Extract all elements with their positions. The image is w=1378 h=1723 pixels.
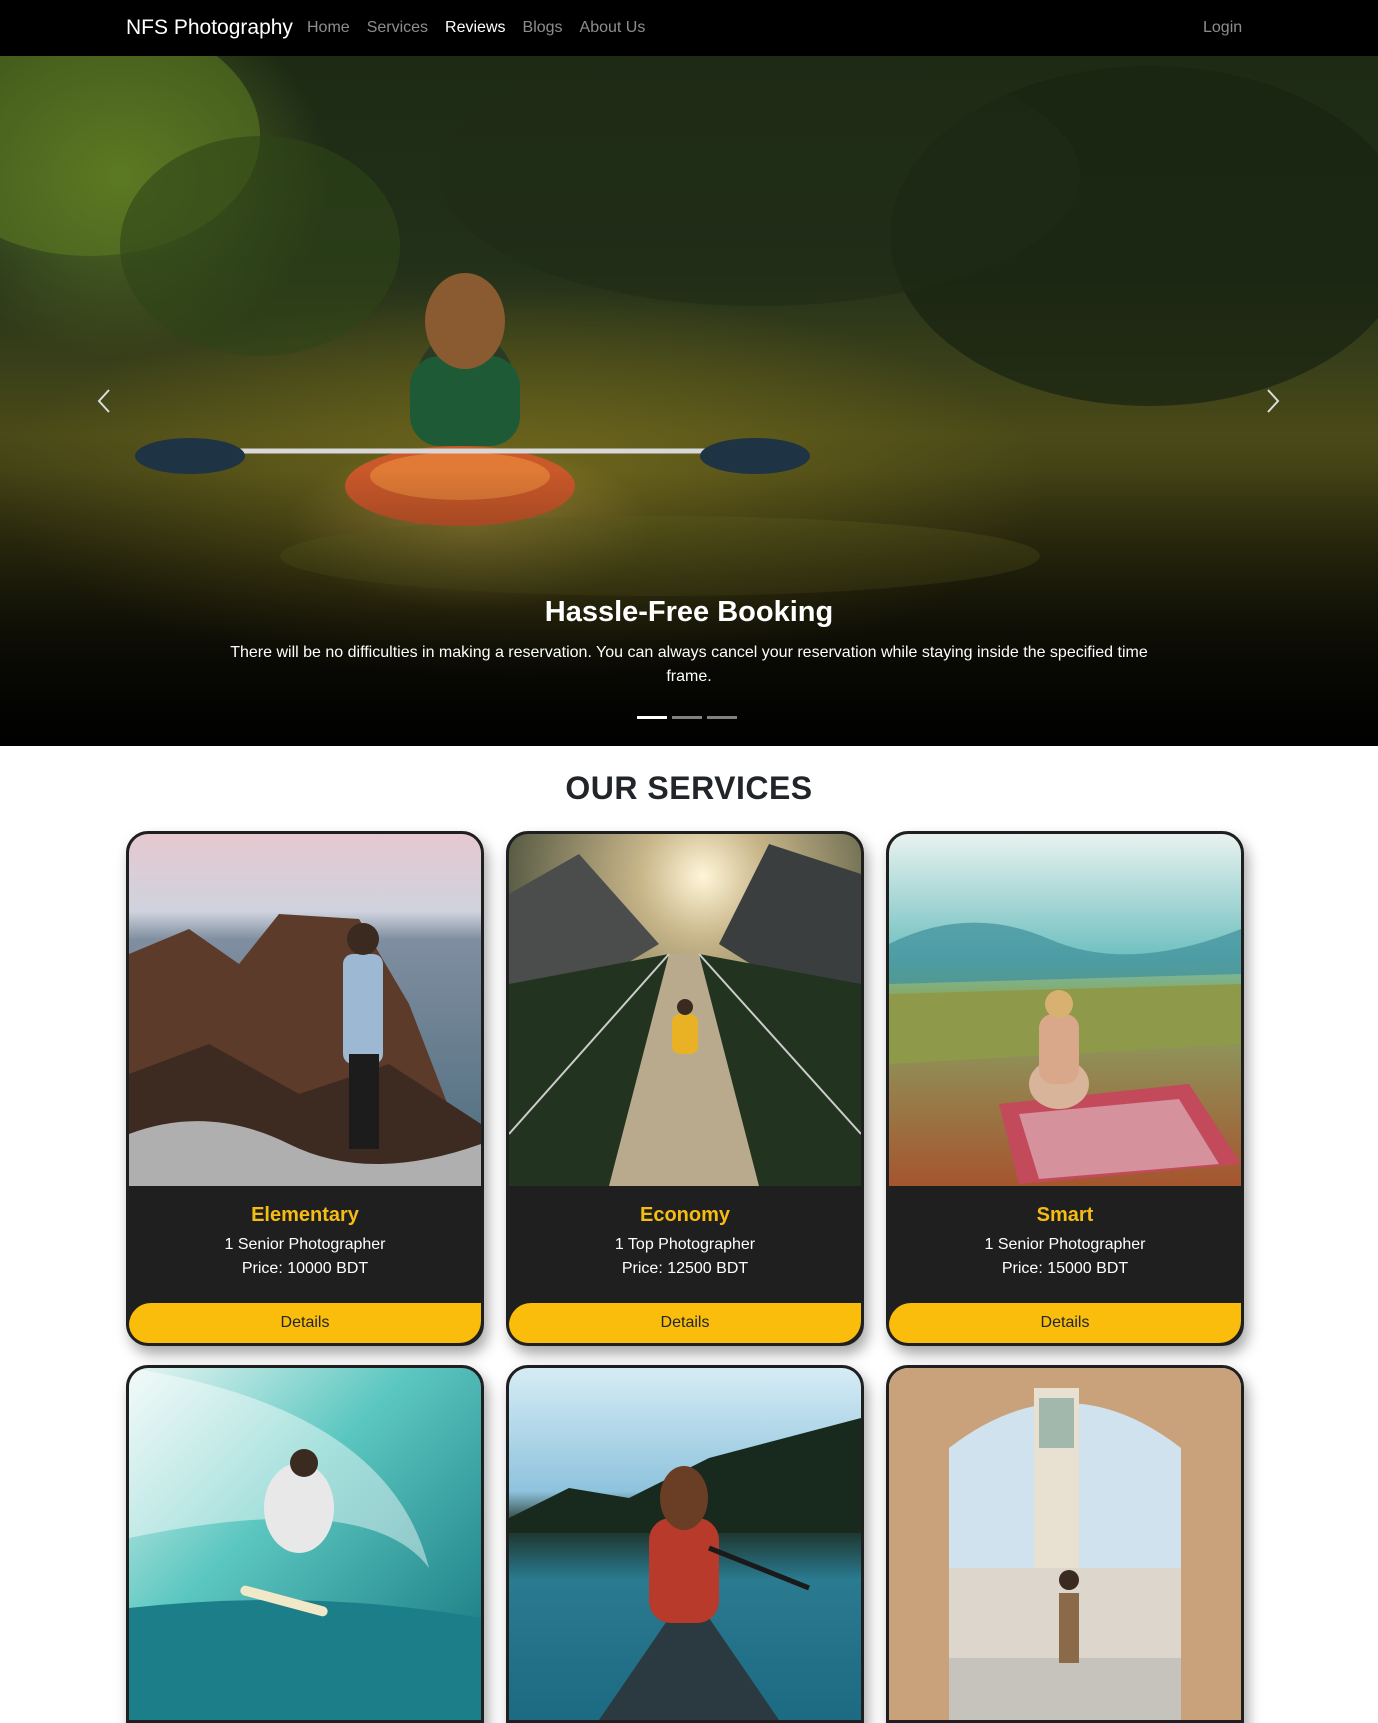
login-link[interactable]: Login [1203, 19, 1242, 37]
details-button[interactable]: Details [889, 1303, 1241, 1343]
nav-link-about-us[interactable]: About Us [580, 19, 646, 37]
card-photographer: 1 Senior Photographer [984, 1236, 1146, 1253]
chevron-left-icon [97, 389, 110, 413]
nav-links: Home Services Reviews Blogs About Us [307, 19, 645, 37]
carousel-next-button[interactable] [1244, 356, 1304, 446]
hero-title: Hassle-Free Booking [544, 596, 834, 628]
navbar: NFS Photography Home Services Reviews Bl… [0, 0, 1378, 56]
nav-link-services[interactable]: Services [367, 19, 428, 37]
service-image [129, 1368, 481, 1720]
card-title: Elementary [251, 1204, 359, 1226]
card-price: Price: 12500 BDT [621, 1260, 749, 1277]
services-heading: OUR SERVICES [565, 770, 813, 806]
service-card-smart: Smart 1 Senior Photographer Price: 15000… [886, 831, 1244, 1346]
details-button[interactable]: Details [509, 1303, 861, 1343]
service-card-economy: Economy 1 Top Photographer Price: 12500 … [506, 831, 864, 1346]
hero-text: There will be no difficulties in making … [230, 644, 1148, 685]
chevron-right-icon [1267, 389, 1280, 413]
service-card-canoe [506, 1365, 864, 1723]
hero-caption: Hassle-Free Booking There will be no dif… [0, 596, 1378, 689]
carousel-indicator-3[interactable] [707, 716, 737, 719]
card-price: Price: 15000 BDT [1001, 1260, 1129, 1277]
service-card-surf [126, 1365, 484, 1723]
carousel-prev-button[interactable] [73, 356, 133, 446]
service-image [509, 834, 861, 1186]
service-image [129, 834, 481, 1186]
service-image [509, 1368, 861, 1720]
nav-link-home[interactable]: Home [307, 19, 350, 37]
details-button[interactable]: Details [129, 1303, 481, 1343]
card-title: Economy [639, 1204, 731, 1226]
service-image [889, 1368, 1241, 1720]
service-image [889, 834, 1241, 1186]
service-card-elementary: Elementary 1 Senior Photographer Price: … [126, 831, 484, 1346]
card-body: Elementary 1 Senior Photographer Price: … [129, 1186, 481, 1343]
hero-carousel: Hassle-Free Booking There will be no dif… [0, 56, 1378, 746]
carousel-indicators [637, 716, 737, 719]
nav-link-blogs[interactable]: Blogs [523, 19, 563, 37]
card-body: Smart 1 Senior Photographer Price: 15000… [889, 1186, 1241, 1343]
card-photographer: 1 Senior Photographer [224, 1236, 386, 1253]
nav-link-reviews[interactable]: Reviews [445, 19, 505, 37]
card-title: Smart [1036, 1204, 1094, 1226]
card-price: Price: 10000 BDT [241, 1260, 369, 1277]
brand-link[interactable]: NFS Photography [126, 16, 293, 40]
card-photographer: 1 Top Photographer [614, 1236, 756, 1253]
carousel-indicator-2[interactable] [672, 716, 702, 719]
card-body: Economy 1 Top Photographer Price: 12500 … [509, 1186, 861, 1343]
service-card-mosque [886, 1365, 1244, 1723]
carousel-indicator-1[interactable] [637, 716, 667, 719]
